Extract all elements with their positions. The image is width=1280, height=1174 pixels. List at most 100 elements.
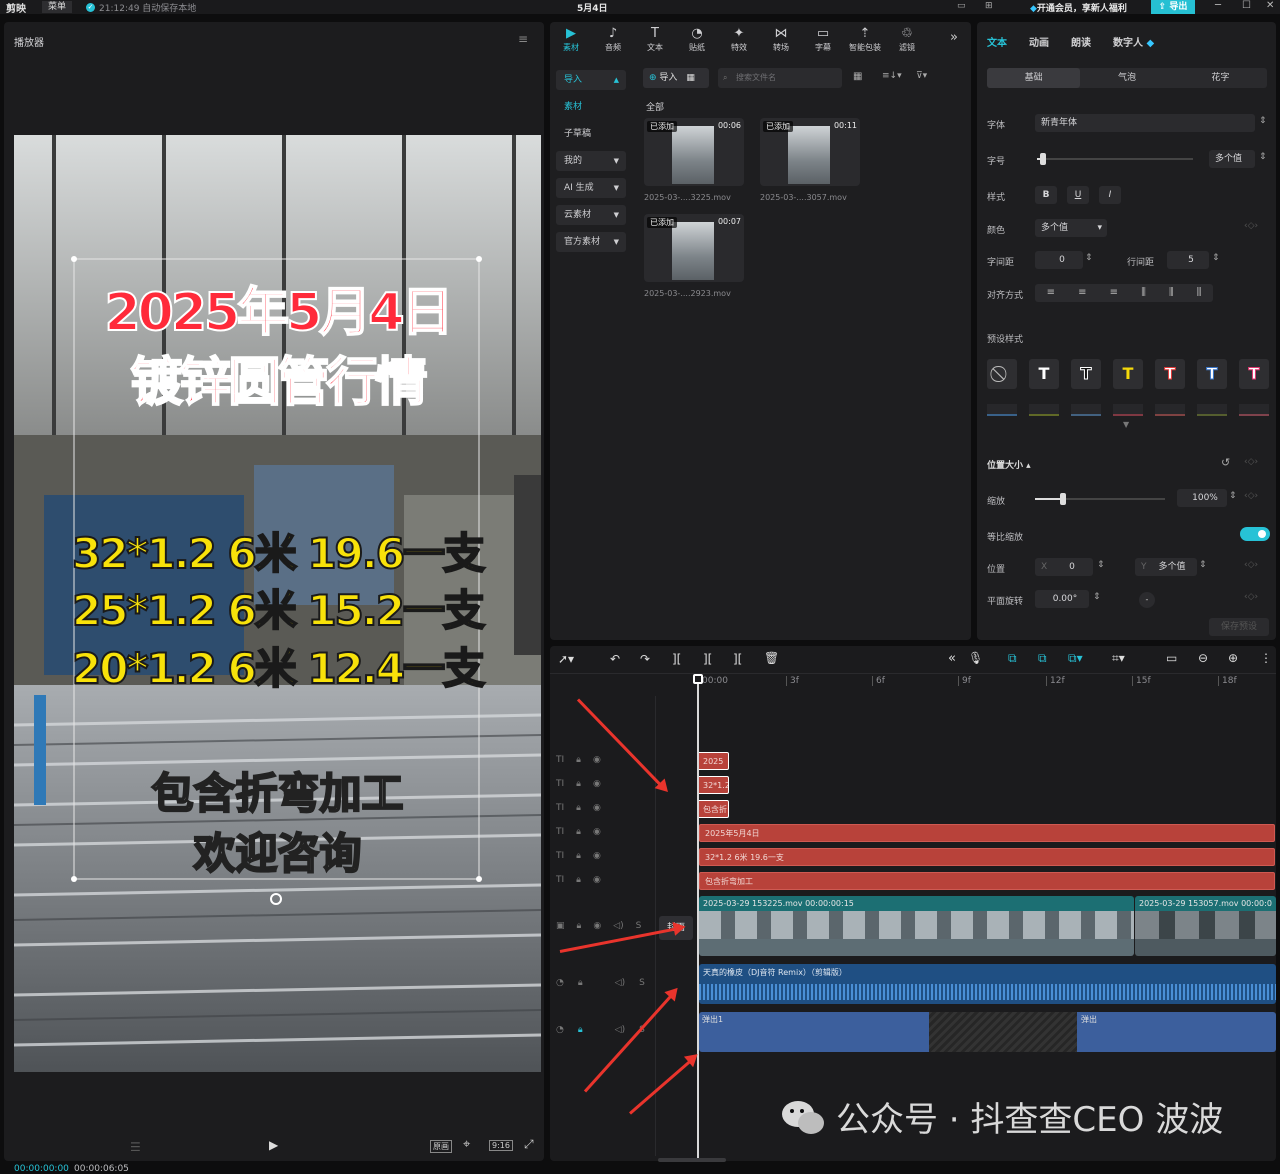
sidebar-item-ai[interactable]: AI 生成 ▼ bbox=[556, 178, 626, 198]
tab-digital-human[interactable]: 数字人 ◆ bbox=[1113, 34, 1154, 49]
filter-icon[interactable]: ⊽▾ bbox=[916, 71, 927, 81]
stepper-icon[interactable]: ⇕ bbox=[1093, 592, 1101, 602]
lock-icon[interactable]: 🔒︎ bbox=[576, 803, 581, 817]
text-clip-short[interactable]: 2025 bbox=[697, 752, 729, 770]
screen-icon[interactable]: ▭ bbox=[1166, 651, 1177, 665]
text-clip[interactable]: 2025年5月4日 bbox=[699, 824, 1275, 842]
zoom-in-icon[interactable]: ⊕ bbox=[1228, 651, 1238, 665]
bold-button[interactable]: B bbox=[1035, 186, 1057, 204]
sidebar-item-subdraft[interactable]: 子草稿 bbox=[556, 124, 626, 144]
reset-icon[interactable]: ↺ bbox=[1221, 456, 1230, 469]
minimize-icon[interactable]: ─ bbox=[1215, 0, 1221, 11]
microphone-icon[interactable]: 🎙 bbox=[968, 651, 983, 665]
preview-axis-icon[interactable]: ⌗▾ bbox=[1112, 651, 1125, 666]
more-tabs-icon[interactable]: » bbox=[950, 30, 958, 45]
undo-icon[interactable]: ↶ bbox=[610, 652, 620, 666]
link-icon[interactable]: ⧉▾ bbox=[1068, 651, 1083, 666]
text-clip[interactable]: 32*1.2 6米 19.6一支 bbox=[699, 848, 1275, 866]
keyframe-icon[interactable]: ‹◇› bbox=[1244, 560, 1258, 570]
lock-icon[interactable]: 🔒︎ bbox=[578, 978, 583, 992]
size-slider[interactable] bbox=[1037, 153, 1193, 165]
collapse-icon[interactable]: « bbox=[948, 651, 956, 666]
subtab-fancy[interactable]: 花字 bbox=[1174, 68, 1267, 88]
menu-button[interactable]: 菜单 bbox=[42, 1, 73, 13]
tab-text[interactable]: 文本 bbox=[987, 34, 1007, 49]
align-top-icon[interactable]: ⫼ bbox=[1141, 284, 1146, 302]
caption-price-1[interactable]: 32*1.2 6米 19.6一支 bbox=[14, 520, 541, 581]
scale-input[interactable]: 100% bbox=[1177, 489, 1227, 507]
preset-style-4[interactable]: T bbox=[1155, 359, 1185, 389]
rotation-input[interactable]: 0.00° bbox=[1035, 590, 1089, 608]
color-select[interactable]: 多个值 ▾ bbox=[1035, 219, 1107, 237]
caption-price-2[interactable]: 25*1.2 6米 15.2一支 bbox=[14, 577, 541, 638]
trim-right-icon[interactable]: ][ bbox=[733, 652, 742, 666]
rotation-dial[interactable]: - bbox=[1139, 592, 1155, 608]
lock-icon[interactable]: 🔒︎ bbox=[576, 755, 581, 769]
clip-thumbnail[interactable]: 已添加 00:07 bbox=[644, 214, 744, 282]
caption-note-1[interactable]: 包含折弯加工 bbox=[14, 760, 541, 821]
size-input[interactable]: 多个值 bbox=[1209, 150, 1255, 168]
split-icon[interactable]: ][ bbox=[672, 652, 681, 666]
preset-style-6[interactable]: T bbox=[1239, 359, 1269, 389]
tab-subtitle[interactable]: ▭ 字幕 bbox=[802, 22, 844, 58]
zoom-out-icon[interactable]: ⊖ bbox=[1198, 651, 1208, 665]
video-preview[interactable]: 2025年5月4日 镀锌圆管行情 32*1.2 6米 19.6一支 25*1.2… bbox=[14, 135, 541, 1072]
list-icon[interactable]: ☰ bbox=[130, 1140, 141, 1154]
search-input[interactable]: ⌕ 搜索文件名 bbox=[718, 68, 842, 88]
keyframe-icon[interactable]: ‹◇› bbox=[1244, 457, 1258, 467]
line-spacing-input[interactable]: 5 bbox=[1167, 251, 1209, 269]
align-right-icon[interactable]: ≡ bbox=[1110, 284, 1118, 302]
eye-icon[interactable]: ◉ bbox=[593, 875, 601, 889]
video-clip[interactable]: 2025-03-29 153057.mov 00:00:0 bbox=[1135, 896, 1276, 956]
text-clip[interactable]: 包含折弯加工 bbox=[699, 872, 1275, 890]
preset-style-1[interactable]: T bbox=[1029, 359, 1059, 389]
eye-icon[interactable]: ◉ bbox=[593, 921, 601, 935]
maximize-icon[interactable]: ☐ bbox=[1242, 0, 1251, 11]
vip-promo[interactable]: ◆开通会员，享新人福利 bbox=[1030, 1, 1127, 14]
lock-icon[interactable]: 🔒︎ bbox=[577, 921, 582, 935]
stepper-icon[interactable]: ⇕ bbox=[1085, 253, 1093, 263]
media-clip[interactable]: 已添加 00:11 2025-03-....3057.mov bbox=[760, 118, 860, 202]
sort-icon[interactable]: ≡↓▾ bbox=[882, 71, 902, 81]
caption-title-product[interactable]: 镀锌圆管行情 bbox=[14, 340, 541, 415]
clip-thumbnail[interactable]: 已添加 00:11 bbox=[760, 118, 860, 186]
lock-icon[interactable]: 🔒︎ bbox=[576, 875, 581, 889]
media-clip[interactable]: 已添加 00:07 2025-03-....2923.mov bbox=[644, 214, 744, 298]
tab-audio[interactable]: ♪ 音频 bbox=[592, 22, 634, 58]
sidebar-item-mine[interactable]: 我的 ▼ bbox=[556, 151, 626, 171]
align-bottom-icon[interactable]: ⫼ bbox=[1197, 284, 1202, 302]
sidebar-item-official[interactable]: 官方素材 ▼ bbox=[556, 232, 626, 252]
mute-icon[interactable]: ◁) bbox=[613, 921, 623, 935]
letter-spacing-input[interactable]: 0 bbox=[1035, 251, 1083, 269]
redo-icon[interactable]: ↷ bbox=[640, 652, 650, 666]
save-preset-button[interactable]: 保存预设 bbox=[1209, 618, 1269, 636]
stepper-icon[interactable]: ⇕ bbox=[1259, 152, 1267, 162]
eye-icon[interactable]: ◉ bbox=[593, 779, 601, 793]
slider-thumb[interactable] bbox=[1060, 493, 1066, 505]
grid-layout-icon[interactable]: ⊞ bbox=[985, 1, 993, 11]
fullscreen-icon[interactable]: ⤢ bbox=[524, 1137, 534, 1152]
import-button[interactable]: ⊕ 导入 ▦ bbox=[643, 68, 709, 88]
tab-read-aloud[interactable]: 朗读 bbox=[1071, 34, 1091, 49]
tab-media[interactable]: ▶ 素材 bbox=[550, 22, 592, 58]
preset-style-3[interactable]: T bbox=[1113, 359, 1143, 389]
media-clip[interactable]: 已添加 00:06 2025-03-....3225.mov bbox=[644, 118, 744, 202]
solo-icon[interactable]: S bbox=[639, 978, 645, 992]
time-ruler[interactable]: 00:00 3f 6f 9f 12f 15f 18f bbox=[698, 674, 1276, 688]
clip-thumbnail[interactable]: 已添加 00:06 bbox=[644, 118, 744, 186]
eye-icon[interactable]: ◉ bbox=[593, 827, 601, 841]
stepper-icon[interactable]: ⇕ bbox=[1229, 491, 1237, 501]
caption-title-date[interactable]: 2025年5月4日 bbox=[14, 270, 541, 345]
stepper-icon[interactable]: ⇕ bbox=[1097, 560, 1105, 570]
ratio-button[interactable]: 9:16 bbox=[489, 1140, 513, 1151]
align-left-icon[interactable]: ≡ bbox=[1047, 284, 1055, 302]
preset-none-icon[interactable]: ⃠ bbox=[987, 359, 1017, 389]
close-icon[interactable]: ✕ bbox=[1266, 0, 1274, 11]
audio-clip[interactable]: 天真的橡皮（DJ音符 Remix）（剪辑版） bbox=[699, 964, 1276, 1004]
sidebar-item-import[interactable]: 导入 ▲ bbox=[556, 70, 626, 90]
keyframe-icon[interactable]: ‹◇› bbox=[1244, 221, 1258, 231]
preset-style-2[interactable]: T bbox=[1071, 359, 1101, 389]
text-clip-short[interactable]: 32*1.2 bbox=[697, 776, 729, 794]
stepper-icon[interactable]: ⇕ bbox=[1212, 253, 1220, 263]
align-middle-icon[interactable]: ⫼ bbox=[1169, 284, 1174, 302]
